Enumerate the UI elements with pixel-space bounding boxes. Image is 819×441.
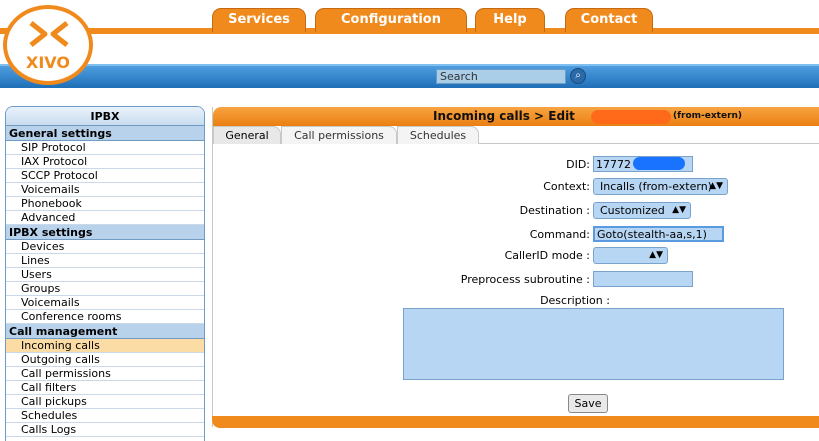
sidebar-item-call-filters[interactable]: Call filters [6, 381, 204, 395]
chevron-updown-icon: ▲▼ [649, 250, 663, 260]
logo-text: XIVO [26, 53, 70, 72]
save-button[interactable]: Save [568, 394, 608, 413]
sidebar-section-call-management: Call management [6, 324, 204, 339]
nav-services[interactable]: Services [212, 8, 306, 32]
sidebar-item-sip-protocol[interactable]: SIP Protocol [6, 141, 204, 155]
redaction-mark-did [633, 157, 685, 170]
nav-help[interactable]: Help [475, 8, 545, 32]
main-header: Incoming calls > Edit (from-extern) [213, 107, 819, 126]
sidebar-item-groups[interactable]: Groups [6, 282, 204, 296]
context-select[interactable]: Incalls (from-extern) ▲▼ [593, 178, 728, 195]
tab-bar: General Call permissions Schedules [213, 126, 819, 144]
sidebar-item-users[interactable]: Users [6, 268, 204, 282]
sidebar-item-voicemails-general[interactable]: Voicemails [6, 183, 204, 197]
sidebar-title: IPBX [6, 107, 204, 126]
command-label: Command: [529, 228, 590, 241]
chevron-updown-icon: ▲▼ [709, 181, 723, 191]
tab-schedules[interactable]: Schedules [397, 126, 479, 144]
did-label: DID: [566, 158, 590, 171]
logo-mark-icon [29, 21, 69, 47]
tab-call-permissions[interactable]: Call permissions [281, 126, 397, 144]
callerid-mode-select[interactable]: ▲▼ [593, 247, 668, 264]
page-title-context: (from-extern) [673, 111, 743, 121]
description-textarea[interactable] [403, 308, 784, 380]
main-footer-bar [212, 416, 819, 428]
preprocess-subroutine-field[interactable] [593, 271, 693, 287]
preprocess-subroutine-label: Preprocess subroutine : [460, 273, 590, 286]
tab-general[interactable]: General [213, 126, 281, 144]
nav-contact[interactable]: Contact [565, 8, 653, 32]
xivo-logo[interactable]: XIVO [3, 5, 93, 85]
sidebar-item-iax-protocol[interactable]: IAX Protocol [6, 155, 204, 169]
sidebar-item-voicemails[interactable]: Voicemails [6, 296, 204, 310]
callerid-mode-label: CallerID mode : [504, 249, 590, 262]
nav-configuration[interactable]: Configuration [315, 8, 467, 32]
destination-label: Destination : [519, 204, 590, 217]
search-input[interactable] [436, 69, 566, 84]
chevron-updown-icon: ▲▼ [672, 205, 686, 215]
sidebar-item-devices[interactable]: Devices [6, 240, 204, 254]
page-title: Incoming calls > Edit [433, 109, 575, 123]
sidebar-item-calls-logs[interactable]: Calls Logs [6, 423, 204, 437]
sidebar-item-outgoing-calls[interactable]: Outgoing calls [6, 353, 204, 367]
sidebar-item-lines[interactable]: Lines [6, 254, 204, 268]
search-icon[interactable]: ⌕ [570, 68, 586, 84]
sidebar-item-advanced[interactable]: Advanced [6, 211, 204, 225]
sidebar-item-schedules[interactable]: Schedules [6, 409, 204, 423]
redaction-mark [591, 110, 671, 124]
context-label: Context: [543, 180, 590, 193]
sidebar: IPBX General settings SIP Protocol IAX P… [5, 106, 205, 441]
app-window: Services Configuration Help Contact ⌕ XI… [0, 0, 819, 441]
search-bar [0, 64, 819, 88]
sidebar-item-incoming-calls[interactable]: Incoming calls [6, 339, 204, 353]
destination-value: Customized [600, 204, 665, 217]
sidebar-item-call-pickups[interactable]: Call pickups [6, 395, 204, 409]
command-field[interactable] [593, 226, 724, 242]
sidebar-item-conference-rooms[interactable]: Conference rooms [6, 310, 204, 324]
sidebar-item-phonebook[interactable]: Phonebook [6, 197, 204, 211]
destination-select[interactable]: Customized ▲▼ [593, 202, 691, 219]
sidebar-section-ipbx: IPBX settings [6, 225, 204, 240]
sidebar-section-general: General settings [6, 126, 204, 141]
context-value: Incalls (from-extern) [600, 180, 712, 193]
description-label: Description : [540, 294, 610, 307]
sidebar-item-sccp-protocol[interactable]: SCCP Protocol [6, 169, 204, 183]
sidebar-item-call-permissions[interactable]: Call permissions [6, 367, 204, 381]
